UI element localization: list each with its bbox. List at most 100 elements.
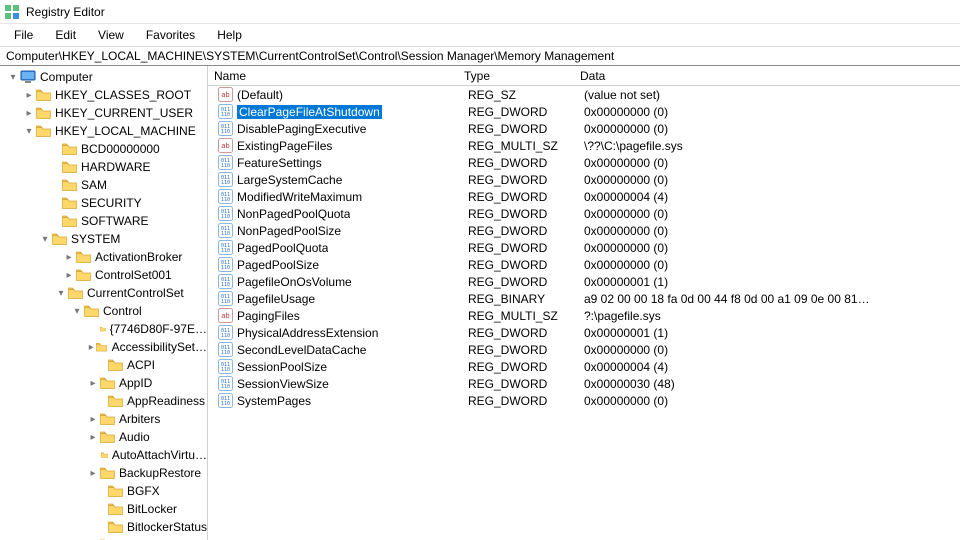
tree-item[interactable]: ▸ControlSet001 [0,266,207,284]
menu-edit[interactable]: Edit [45,26,86,44]
tree-item[interactable]: ▸HKEY_CLASSES_ROOT [0,86,207,104]
list-header-name[interactable]: Name [208,69,458,83]
twisty-icon[interactable]: ▾ [70,306,84,317]
address-path: Computer\HKEY_LOCAL_MACHINE\SYSTEM\Curre… [6,49,614,63]
menu-file[interactable]: File [4,26,43,44]
value-name: SessionViewSize [237,377,329,391]
list-row[interactable]: PhysicalAddressExtensionREG_DWORD0x00000… [208,324,960,341]
value-name: ExistingPageFiles [237,139,332,153]
twisty-icon[interactable]: ▸ [86,342,96,353]
twisty-icon: ▸ [48,216,62,227]
tree-item[interactable]: ▸AutoAttachVirtu… [0,446,207,464]
tree-item[interactable]: ▸ActivationBroker [0,248,207,266]
twisty-icon[interactable]: ▸ [22,90,36,101]
tree-item[interactable]: ▸AppReadiness [0,392,207,410]
tree-item[interactable]: ▸BackupRestore [0,464,207,482]
list-row[interactable]: LargeSystemCacheREG_DWORD0x00000000 (0) [208,171,960,188]
list-row[interactable]: ClearPageFileAtShutdownREG_DWORD0x000000… [208,103,960,120]
tree-item[interactable]: ▸{7746D80F-97E… [0,320,207,338]
value-name: NonPagedPoolQuota [237,207,350,221]
folder-icon [100,323,106,335]
folder-icon [68,287,83,299]
tree-item[interactable]: ▸SOFTWARE [0,212,207,230]
tree-item[interactable]: ▾Control [0,302,207,320]
twisty-icon[interactable]: ▾ [54,288,68,299]
twisty-icon[interactable]: ▸ [86,414,100,425]
list-row[interactable]: ModifiedWriteMaximumREG_DWORD0x00000004 … [208,188,960,205]
twisty-icon: ▸ [94,522,108,533]
twisty-icon[interactable]: ▾ [38,234,52,245]
twisty-icon[interactable]: ▾ [22,126,36,137]
tree-item[interactable]: ▸AccessibilitySet… [0,338,207,356]
list-row[interactable]: ExistingPageFilesREG_MULTI_SZ\??\C:\page… [208,137,960,154]
tree-item[interactable]: ▸BitLocker [0,500,207,518]
list-row[interactable]: PagefileOnOsVolumeREG_DWORD0x00000001 (1… [208,273,960,290]
folder-icon [108,359,123,371]
menu-favorites[interactable]: Favorites [136,26,205,44]
twisty-icon: ▸ [94,486,108,497]
binary-value-icon [218,393,233,408]
list-row[interactable]: PagedPoolQuotaREG_DWORD0x00000000 (0) [208,239,960,256]
binary-value-icon [218,172,233,187]
tree-item[interactable]: ▸BitlockerStatus [0,518,207,536]
tree-item[interactable]: ▸ACPI [0,356,207,374]
list-row[interactable]: PagingFilesREG_MULTI_SZ?:\pagefile.sys [208,307,960,324]
tree-item[interactable]: ▾HKEY_LOCAL_MACHINE [0,122,207,140]
folder-icon [100,377,115,389]
value-type: REG_DWORD [462,377,578,391]
twisty-icon[interactable]: ▸ [62,252,76,263]
tree-item-label: AutoAttachVirtu… [112,448,207,462]
list-row[interactable]: SystemPagesREG_DWORD0x00000000 (0) [208,392,960,409]
folder-icon [36,89,51,101]
tree-item[interactable]: ▸HKEY_CURRENT_USER [0,104,207,122]
list-header-type[interactable]: Type [458,69,574,83]
list-row[interactable]: PagefileUsageREG_BINARYa9 02 00 00 18 fa… [208,290,960,307]
menu-view[interactable]: View [88,26,134,44]
binary-value-icon [218,257,233,272]
tree-item-label: BGFX [127,484,160,498]
twisty-icon[interactable]: ▸ [86,468,100,479]
tree-item[interactable]: ▾SYSTEM [0,230,207,248]
list-row[interactable]: SecondLevelDataCacheREG_DWORD0x00000000 … [208,341,960,358]
tree-item[interactable]: ▸ BGFX [0,482,207,500]
tree-item[interactable]: ▸HARDWARE [0,158,207,176]
twisty-icon[interactable]: ▸ [62,270,76,281]
list-row[interactable]: DisablePagingExecutiveREG_DWORD0x0000000… [208,120,960,137]
twisty-icon: ▸ [48,180,62,191]
list-row[interactable]: NonPagedPoolSizeREG_DWORD0x00000000 (0) [208,222,960,239]
value-data: ?:\pagefile.sys [578,309,960,323]
value-data: (value not set) [578,88,960,102]
tree-item[interactable]: ▸BCD00000000 [0,140,207,158]
value-name: ModifiedWriteMaximum [237,190,362,204]
list-row[interactable]: (Default)REG_SZ(value not set) [208,86,960,103]
list-header[interactable]: Name Type Data [208,66,960,86]
folder-icon [100,467,115,479]
list-row[interactable]: NonPagedPoolQuotaREG_DWORD0x00000000 (0) [208,205,960,222]
value-name: (Default) [237,88,283,102]
tree-item[interactable]: ▸Audio [0,428,207,446]
value-data: 0x00000000 (0) [578,156,960,170]
twisty-icon[interactable]: ▸ [86,432,100,443]
list-row[interactable]: SessionPoolSizeREG_DWORD0x00000004 (4) [208,358,960,375]
twisty-icon: ▸ [48,162,62,173]
tree-item[interactable]: ▸SAM [0,176,207,194]
list-view[interactable]: Name Type Data (Default)REG_SZ(value not… [208,66,960,540]
twisty-icon[interactable]: ▸ [86,378,100,389]
tree-item[interactable]: ▸Arbiters [0,410,207,428]
twisty-icon[interactable]: ▾ [6,72,20,83]
tree-item[interactable]: ▸Bluetooth [0,536,207,540]
list-row[interactable]: FeatureSettingsREG_DWORD0x00000000 (0) [208,154,960,171]
tree-item[interactable]: ▾Computer [0,68,207,86]
tree-item[interactable]: ▾CurrentControlSet [0,284,207,302]
list-row[interactable]: PagedPoolSizeREG_DWORD0x00000000 (0) [208,256,960,273]
menu-help[interactable]: Help [207,26,252,44]
value-name: PagefileUsage [237,292,315,306]
twisty-icon[interactable]: ▸ [22,108,36,119]
tree-item[interactable]: ▸SECURITY [0,194,207,212]
address-bar[interactable]: Computer\HKEY_LOCAL_MACHINE\SYSTEM\Curre… [0,46,960,66]
tree-item[interactable]: ▸AppID [0,374,207,392]
list-header-data[interactable]: Data [574,69,960,83]
folder-icon [101,449,108,461]
tree-view[interactable]: ▾Computer▸HKEY_CLASSES_ROOT▸HKEY_CURRENT… [0,66,208,540]
list-row[interactable]: SessionViewSizeREG_DWORD0x00000030 (48) [208,375,960,392]
